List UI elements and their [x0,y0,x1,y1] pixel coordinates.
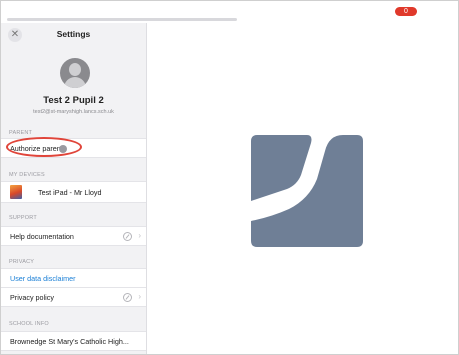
info-icon[interactable] [123,293,132,302]
user-data-disclaimer-row[interactable]: User data disclaimer [1,268,146,288]
profile-section: Test 2 Pupil 2 test2@st-maryshigh.lancs.… [1,47,146,143]
app-window: 0 ✕ Settings Test 2 Pupil 2 test2@st-mar… [0,0,459,355]
avatar-body [64,77,86,88]
help-documentation-label: Help documentation [10,232,74,241]
section-label-support: SUPPORT [9,215,37,221]
sidebar-title: Settings [56,29,91,39]
privacy-policy-row[interactable]: Privacy policy › [1,287,146,307]
chevron-right-icon: › [138,231,141,240]
sidebar-header: ✕ Settings [1,23,146,47]
avatar [60,58,90,88]
app-logo-icon [251,135,363,247]
school-info-row[interactable]: Brownedge St Mary's Catholic High... [1,331,146,351]
main-content [147,23,458,354]
user-data-disclaimer-link[interactable]: User data disclaimer [10,274,76,283]
section-label-parent: PARENT [9,130,33,136]
avatar-head [69,63,81,76]
help-documentation-row[interactable]: Help documentation › [1,226,146,246]
notification-badge[interactable]: 0 [395,7,417,16]
section-label-privacy: PRIVACY [9,259,35,265]
device-row[interactable]: Test iPad - Mr Lloyd [1,181,146,203]
info-icon[interactable] [123,232,132,241]
profile-name: Test 2 Pupil 2 [43,95,104,106]
settings-sidebar: ✕ Settings Test 2 Pupil 2 test2@st-marys… [1,23,147,354]
device-label: Test iPad - Mr Lloyd [38,188,102,197]
school-name-label: Brownedge St Mary's Catholic High... [10,337,129,346]
section-label-devices: MY DEVICES [9,172,45,178]
privacy-policy-label: Privacy policy [10,293,54,302]
app-icon [10,185,22,199]
loading-progress-bar [7,18,237,21]
annotation-circle [6,137,82,157]
profile-email: test2@st-maryshigh.lancs.sch.uk [33,109,114,115]
top-bar: 0 [1,1,458,23]
section-label-school: SCHOOL INFO [9,321,49,327]
chevron-right-icon: › [138,292,141,301]
